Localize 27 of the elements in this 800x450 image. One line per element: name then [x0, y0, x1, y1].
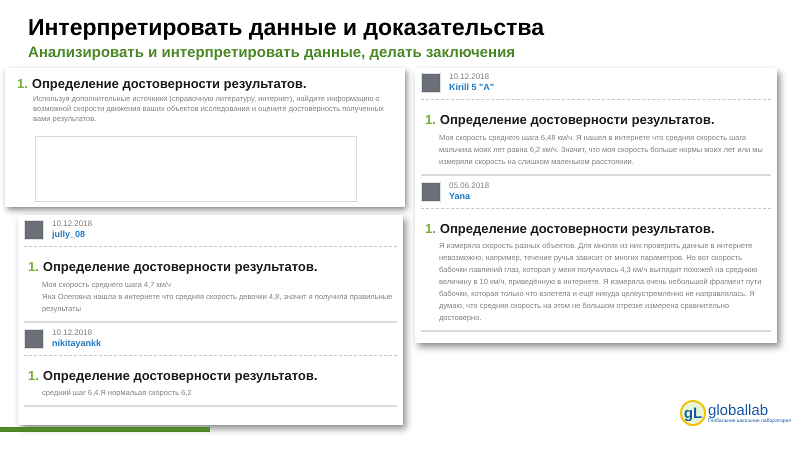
item-number: 1.: [425, 220, 436, 238]
author-link[interactable]: Yana: [449, 190, 490, 202]
avatar-placeholder: [421, 182, 441, 202]
item-heading: Определение достоверности результатов.: [32, 75, 306, 93]
answer-field[interactable]: [35, 136, 357, 202]
logo-name: globallab: [708, 402, 770, 418]
item-heading: Определение достоверности результатов.: [42, 258, 318, 276]
item-heading: Определение достоверности результатов.: [42, 366, 318, 385]
avatar-placeholder: [24, 328, 44, 348]
avatar-placeholder: [421, 73, 441, 93]
item-number: 1.: [17, 75, 28, 93]
item-heading: Определение достоверности результатов.: [440, 111, 714, 129]
post-date: 10.12.2018: [52, 326, 94, 338]
item-heading: Определение достоверности результатов.: [440, 220, 714, 238]
item-number: 1.: [425, 111, 436, 129]
post-date: 10.12.2018: [52, 218, 92, 229]
author-link[interactable]: jully_08: [52, 229, 92, 240]
author-link[interactable]: nikitayankk: [52, 338, 102, 348]
avatar-placeholder: [24, 220, 44, 240]
item-number: 1.: [28, 366, 39, 384]
slide-title: Интерпретировать данные и доказательства: [28, 13, 544, 42]
post-date: 05.06.2018: [449, 180, 490, 190]
author-link[interactable]: Kirill 5 "A": [449, 82, 494, 93]
item-number: 1.: [28, 258, 39, 276]
post-date: 10.12.2018: [449, 71, 490, 82]
slide-subtitle: Анализировать и интерпретировать данные, делать заключения: [28, 43, 516, 63]
logo-mark: gL: [680, 400, 706, 426]
